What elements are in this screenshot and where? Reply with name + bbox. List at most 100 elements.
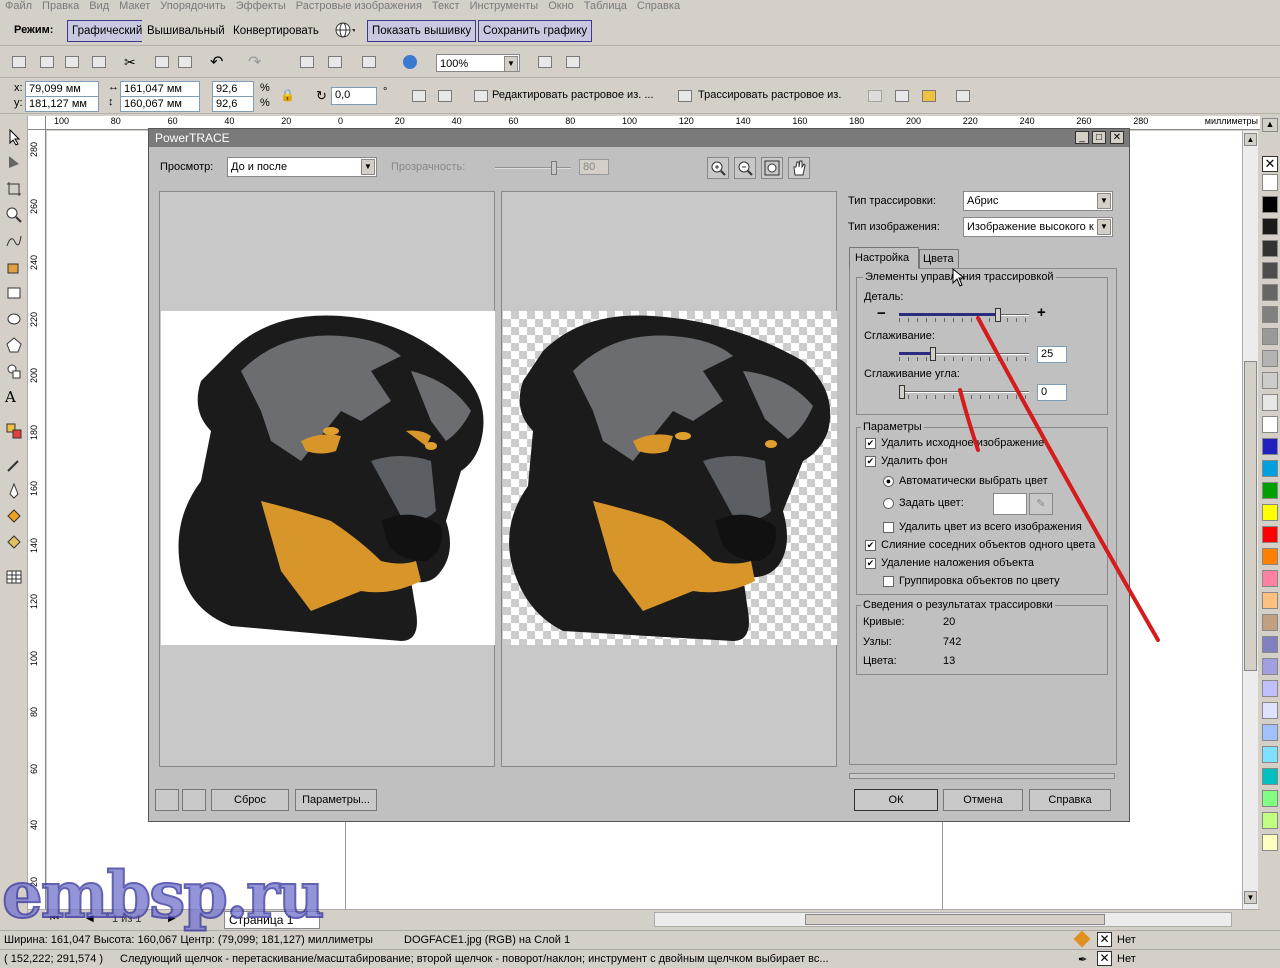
reset-button[interactable]: Сброс	[211, 789, 289, 811]
color-swatch[interactable]	[1262, 460, 1278, 477]
after-preview-pane[interactable]	[501, 191, 837, 767]
corner-thumb[interactable]	[899, 385, 905, 399]
image-type-combo[interactable]: Изображение высокого к ▼	[963, 217, 1113, 237]
ruler-origin[interactable]	[28, 116, 46, 130]
edit-bitmap-icon[interactable]	[474, 90, 488, 102]
vertical-scrollbar[interactable]: ▲ ▼	[1242, 131, 1258, 909]
menu-item-3[interactable]: Макет	[114, 0, 155, 12]
plus-icon[interactable]: +	[1037, 305, 1046, 320]
fit-to-window-icon[interactable]	[761, 157, 783, 179]
no-color-swatch-icon[interactable]: ✕	[1262, 156, 1278, 172]
close-icon[interactable]: ✕	[1110, 131, 1124, 144]
color-swatch[interactable]	[1262, 548, 1278, 565]
color-swatch[interactable]	[1262, 658, 1278, 675]
shape-tool-icon[interactable]	[5, 154, 23, 172]
basic-shapes-icon[interactable]	[5, 362, 23, 380]
mode-graphic-button[interactable]: Графический	[67, 20, 148, 42]
scroll-thumb[interactable]	[1244, 361, 1257, 671]
interactive-fill-icon[interactable]	[5, 534, 23, 552]
show-embroidery-button[interactable]: Показать вышивку	[367, 20, 477, 42]
color-swatch[interactable]	[1262, 680, 1278, 697]
copy-icon[interactable]	[155, 56, 169, 68]
zoom-tool-icon[interactable]	[5, 206, 23, 224]
scroll-down-icon[interactable]: ▼	[1244, 891, 1257, 904]
eyedropper-picker-icon[interactable]: ✎	[1029, 493, 1053, 515]
zoom-out-icon[interactable]	[734, 157, 756, 179]
before-preview-pane[interactable]	[159, 191, 495, 767]
open-icon[interactable]	[40, 56, 54, 68]
wrap-text-icon[interactable]	[956, 90, 970, 102]
transparency-slider[interactable]	[495, 161, 571, 175]
color-swatch[interactable]	[1262, 262, 1278, 279]
minimize-icon[interactable]: _	[1075, 131, 1089, 144]
polygon-tool-icon[interactable]	[5, 336, 23, 354]
ellipse-tool-icon[interactable]	[5, 310, 23, 328]
bitmap-color-mask-icon[interactable]	[922, 90, 936, 102]
text-tool-icon[interactable]: A	[5, 388, 23, 406]
scroll-up-icon[interactable]: ▲	[1244, 133, 1257, 146]
ok-button[interactable]: ОК	[854, 789, 938, 811]
x-field[interactable]: 79,099 мм	[25, 81, 99, 97]
color-swatch[interactable]	[1262, 636, 1278, 653]
options-button[interactable]: Параметры...	[295, 789, 377, 811]
cut-icon[interactable]: ✂	[124, 54, 136, 71]
corel-online-icon[interactable]	[403, 55, 417, 69]
interactive-blend-icon[interactable]	[5, 422, 23, 440]
corner-smoothing-slider[interactable]	[899, 385, 1029, 399]
smoothing-thumb[interactable]	[929, 347, 936, 361]
import-icon[interactable]	[300, 56, 314, 68]
eyedropper-icon[interactable]	[5, 456, 23, 474]
color-swatch[interactable]	[1262, 196, 1278, 213]
save-icon[interactable]	[65, 56, 79, 68]
color-swatch[interactable]	[1262, 834, 1278, 851]
new-icon[interactable]	[12, 56, 26, 68]
smoothing-slider[interactable]	[899, 347, 1029, 361]
cancel-button[interactable]: Отмена	[943, 789, 1023, 811]
angle-field[interactable]: 0,0	[331, 87, 377, 105]
color-picker-swatch[interactable]	[993, 493, 1027, 515]
trace-type-combo[interactable]: Абрис ▼	[963, 191, 1113, 211]
color-swatch[interactable]	[1262, 614, 1278, 631]
snap-icon[interactable]	[566, 56, 580, 68]
crop-tool-icon[interactable]	[5, 180, 23, 198]
help-button[interactable]: Справка	[1029, 789, 1111, 811]
paste-icon[interactable]	[178, 56, 192, 68]
corner-smoothing-field[interactable]: 0	[1037, 384, 1067, 401]
delete-original-checkbox[interactable]: ✔	[865, 438, 876, 449]
color-swatch[interactable]	[1262, 218, 1278, 235]
print-icon[interactable]	[92, 56, 106, 68]
globe-icon[interactable]	[328, 20, 360, 42]
color-swatch[interactable]	[1262, 416, 1278, 433]
menu-item-0[interactable]: Файл	[0, 0, 37, 12]
smoothing-field[interactable]: 25	[1037, 346, 1067, 363]
menu-item-1[interactable]: Правка	[37, 0, 84, 12]
horizontal-scrollbar[interactable]	[654, 912, 1232, 927]
resample-icon[interactable]	[895, 90, 909, 102]
trace-bitmap-button[interactable]: Трассировать растровое из.	[698, 89, 841, 101]
scale-y-field[interactable]: 92,6	[212, 96, 254, 112]
color-swatch[interactable]	[1262, 350, 1278, 367]
color-swatch[interactable]	[1262, 394, 1278, 411]
remove-color-all-checkbox[interactable]	[883, 522, 894, 533]
menu-item-5[interactable]: Эффекты	[231, 0, 291, 12]
convert-button[interactable]: Конвертировать	[228, 20, 324, 42]
height-field[interactable]: 160,067 мм	[120, 96, 200, 112]
save-graphic-button[interactable]: Сохранить графику	[478, 20, 593, 42]
menu-item-2[interactable]: Вид	[84, 0, 114, 12]
set-color-radio[interactable]	[883, 498, 894, 509]
crop-bitmap-icon[interactable]	[868, 90, 882, 102]
detail-thumb[interactable]	[994, 308, 1001, 322]
color-swatch[interactable]	[1262, 372, 1278, 389]
menu-item-7[interactable]: Текст	[427, 0, 465, 12]
menu-item-8[interactable]: Инструменты	[465, 0, 544, 12]
menu-item-4[interactable]: Упорядочить	[155, 0, 230, 12]
tab-settings[interactable]: Настройка	[849, 247, 919, 269]
color-swatch[interactable]	[1262, 812, 1278, 829]
color-swatch[interactable]	[1262, 504, 1278, 521]
full-screen-icon[interactable]	[538, 56, 552, 68]
application-launcher-icon[interactable]	[362, 56, 376, 68]
palette-scroll-up-icon[interactable]: ▲	[1262, 118, 1278, 132]
remove-bg-checkbox[interactable]: ✔	[865, 456, 876, 467]
mirror-v-icon[interactable]	[438, 90, 452, 102]
zoom-combo[interactable]: 100% ▼	[436, 54, 520, 72]
